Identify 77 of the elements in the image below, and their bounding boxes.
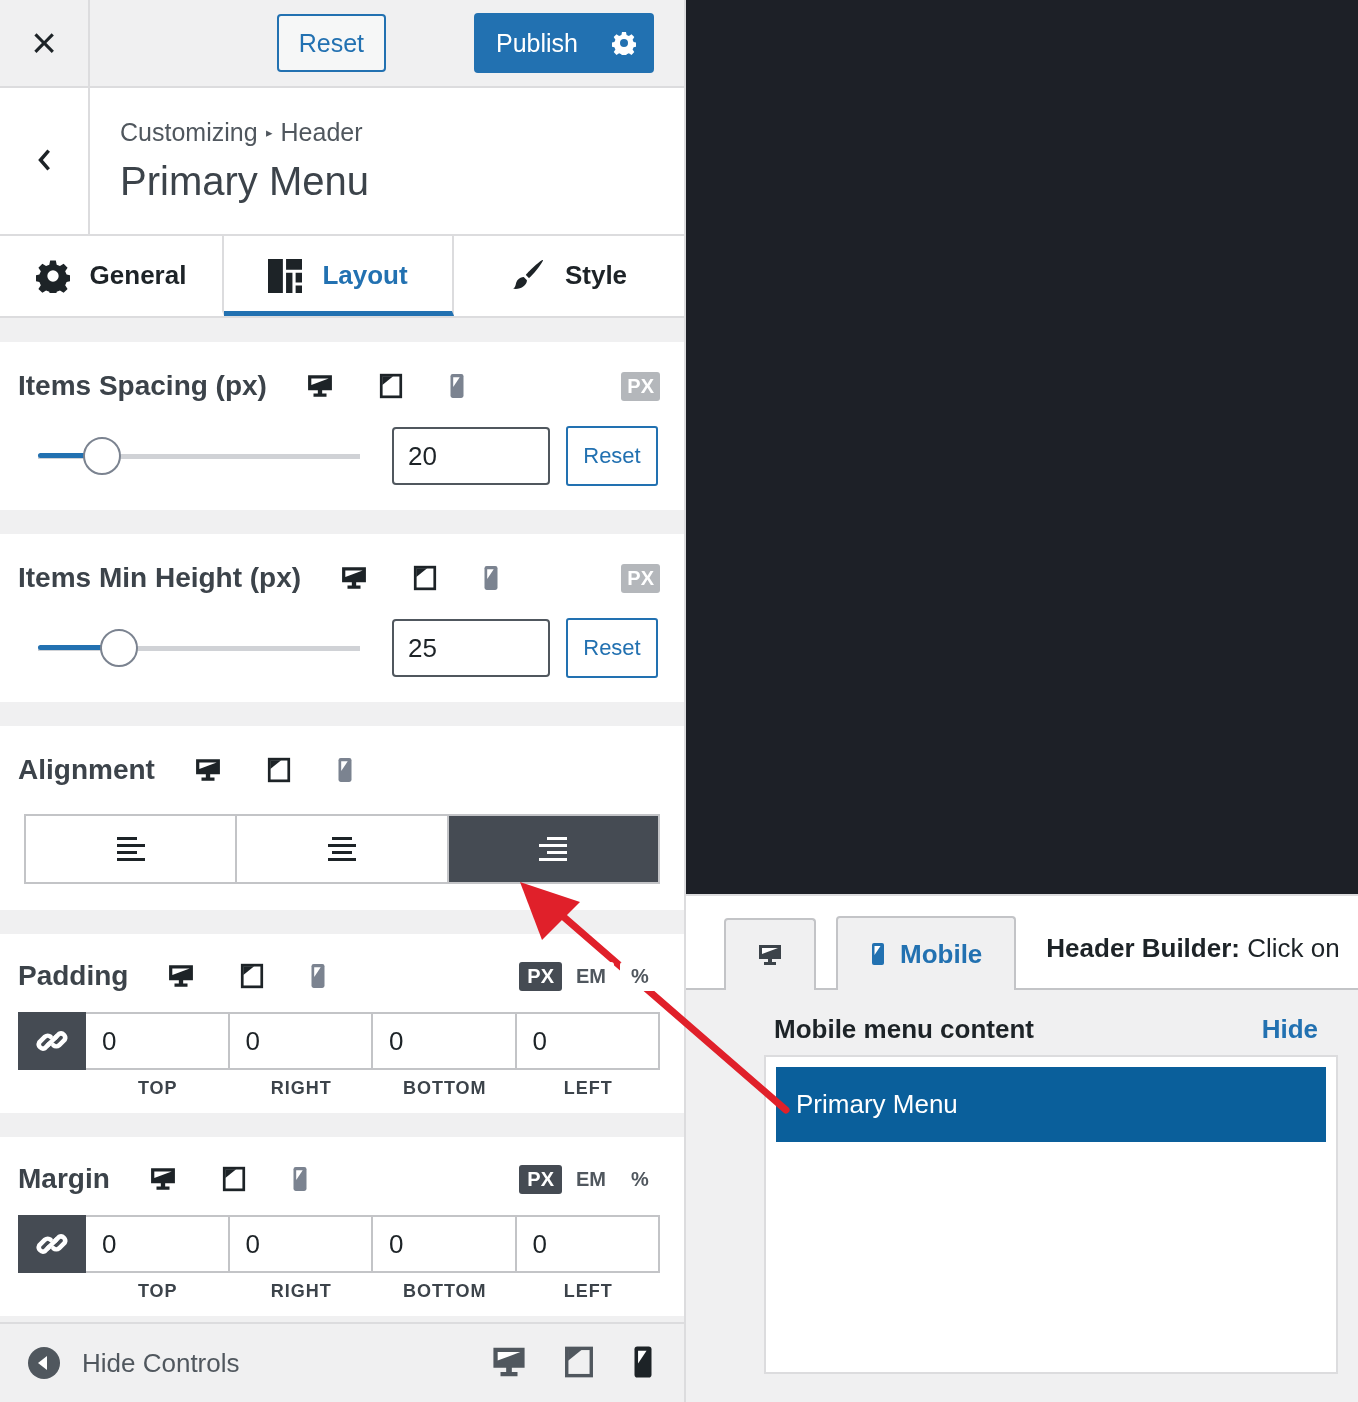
reset-button[interactable]: Reset — [566, 426, 658, 486]
monitor-icon[interactable] — [168, 964, 195, 988]
monitor-icon[interactable] — [194, 758, 221, 782]
control-label: Items Spacing (px) — [18, 370, 267, 402]
breadcrumb-text: Customizing — [120, 118, 258, 147]
phone-icon — [632, 1344, 654, 1379]
settings-icon[interactable] — [612, 31, 636, 55]
tablet-icon[interactable] — [266, 757, 291, 783]
unit-badge: PX — [621, 371, 660, 401]
slider-thumb[interactable] — [83, 437, 122, 475]
hide-controls-button[interactable]: Hide Controls — [22, 1346, 246, 1380]
alignment-button[interactable] — [448, 816, 658, 882]
control-label: Margin — [18, 1163, 110, 1195]
tablet-icon[interactable] — [413, 565, 438, 591]
align-center-icon — [328, 837, 356, 861]
builder-notice: Header Builder: Click on — [1046, 931, 1340, 964]
phone-icon[interactable] — [483, 565, 500, 591]
control-label: Padding — [18, 960, 129, 992]
tablet-icon[interactable] — [240, 963, 265, 989]
field-caption: TOP — [136, 1281, 179, 1302]
tablet-icon — [564, 1344, 594, 1379]
monitor-icon — [492, 1345, 526, 1378]
number-field[interactable]: 0 — [229, 1012, 373, 1070]
phone-icon[interactable] — [310, 963, 327, 989]
chevron-left-icon — [37, 147, 51, 172]
number-field[interactable]: 0 — [86, 1215, 230, 1273]
settings-icon — [35, 258, 70, 293]
field-caption: LEFT — [562, 1078, 614, 1099]
panel-heading: Mobile menu content — [774, 1014, 1034, 1045]
number-field[interactable]: 0 — [516, 1215, 660, 1273]
unit-button[interactable]: PX — [519, 961, 562, 991]
device-tab[interactable] — [724, 918, 816, 990]
number-field[interactable]: 0 — [373, 1215, 517, 1273]
number-field[interactable]: 0 — [373, 1012, 517, 1070]
control-label: Alignment — [18, 754, 155, 786]
hide-link[interactable]: Hide — [1261, 1014, 1318, 1045]
field-caption: TOP — [136, 1078, 179, 1099]
phone-icon[interactable] — [336, 757, 353, 783]
number-field[interactable]: 0 — [86, 1012, 230, 1070]
phone-icon — [870, 942, 886, 966]
tablet-icon[interactable] — [378, 373, 403, 399]
field-caption: BOTTOM — [401, 1281, 488, 1302]
collapse-icon — [28, 1347, 60, 1379]
phone-icon[interactable] — [448, 373, 465, 399]
field-caption: RIGHT — [269, 1281, 333, 1302]
align-right-icon — [539, 837, 568, 861]
reset-button[interactable]: Reset — [566, 618, 658, 678]
monitor-icon[interactable] — [149, 1167, 176, 1191]
tablet-icon[interactable] — [221, 1166, 246, 1192]
monitor-icon — [758, 943, 782, 967]
slider-thumb[interactable] — [99, 629, 138, 667]
unit-button[interactable]: PX — [519, 1164, 562, 1194]
tab[interactable]: Layout — [224, 236, 454, 316]
field-caption: LEFT — [562, 1281, 614, 1302]
layout-icon — [268, 258, 303, 293]
panel-title: Primary Menu — [120, 159, 369, 204]
close-button[interactable]: × — [25, 21, 63, 65]
number-field[interactable]: 25 — [392, 619, 550, 677]
number-field[interactable]: 0 — [516, 1012, 660, 1070]
control-label: Items Min Height (px) — [18, 562, 302, 594]
link-button[interactable] — [18, 1215, 86, 1273]
link-button[interactable] — [18, 1012, 86, 1070]
align-left-icon — [116, 837, 145, 861]
monitor-icon[interactable] — [341, 566, 368, 590]
monitor-icon[interactable] — [306, 374, 333, 398]
field-caption: RIGHT — [269, 1078, 333, 1099]
separator-icon: ▸ — [265, 125, 273, 140]
breadcrumb-text: Header — [280, 118, 363, 147]
number-field[interactable]: 0 — [229, 1215, 373, 1273]
publish-button[interactable]: Publish — [474, 13, 654, 73]
number-field[interactable]: 20 — [392, 427, 550, 485]
device-tab[interactable]: Mobile — [836, 916, 1017, 990]
reset-button[interactable]: Reset — [276, 14, 386, 72]
menu-item-block[interactable]: Primary Menu — [776, 1067, 1326, 1142]
field-caption: BOTTOM — [401, 1078, 488, 1099]
phone-icon[interactable] — [291, 1166, 308, 1192]
unit-badge: PX — [621, 563, 660, 593]
